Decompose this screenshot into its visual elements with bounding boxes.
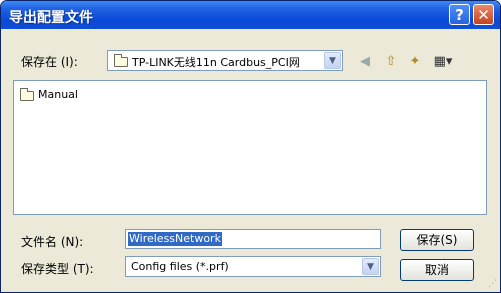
filename-label: 文件名 (N): bbox=[21, 235, 84, 249]
help-button[interactable]: ? bbox=[449, 4, 470, 25]
new-folder-icon[interactable]: ✦ bbox=[405, 53, 425, 71]
save-button[interactable]: 保存(S) bbox=[400, 229, 474, 251]
save-in-label: 保存在 (I): bbox=[21, 55, 78, 69]
close-icon: ✕ bbox=[477, 6, 490, 24]
filename-value: WirelessNetwork bbox=[128, 232, 222, 246]
file-list[interactable]: Manual bbox=[13, 80, 487, 215]
folder-icon bbox=[114, 54, 128, 67]
save-in-dropdown[interactable]: TP-LINK无线11n Cardbus_PCI网 ▼ bbox=[107, 50, 343, 71]
help-icon: ? bbox=[455, 6, 464, 24]
save-in-value: TP-LINK无线11n Cardbus_PCI网 bbox=[132, 56, 300, 69]
dialog-title: 导出配置文件 bbox=[9, 10, 93, 26]
file-name: Manual bbox=[38, 88, 78, 101]
export-config-dialog: 导出配置文件 ? ✕ 保存在 (I): TP-LINK无线11n Cardbus… bbox=[0, 0, 501, 293]
filename-input[interactable]: WirelessNetwork bbox=[125, 229, 381, 249]
filetype-label: 保存类型 (T): bbox=[21, 262, 94, 276]
filetype-dropdown[interactable]: Config files (*.prf) ▼ bbox=[125, 256, 381, 277]
filetype-value: Config files (*.prf) bbox=[131, 260, 229, 273]
back-icon[interactable]: ◀ bbox=[355, 53, 375, 71]
resize-grip-icon[interactable]: ⋰ bbox=[488, 280, 498, 290]
cancel-button[interactable]: 取消 bbox=[400, 259, 474, 281]
up-folder-icon[interactable]: ⇧ bbox=[381, 53, 401, 71]
view-menu-icon[interactable]: ▦▾ bbox=[429, 53, 457, 71]
chevron-down-icon[interactable]: ▼ bbox=[362, 258, 379, 275]
close-button[interactable]: ✕ bbox=[473, 4, 494, 25]
folder-icon bbox=[20, 88, 34, 101]
title-bar[interactable]: 导出配置文件 ? ✕ bbox=[1, 1, 500, 29]
chevron-down-icon[interactable]: ▼ bbox=[324, 52, 341, 69]
